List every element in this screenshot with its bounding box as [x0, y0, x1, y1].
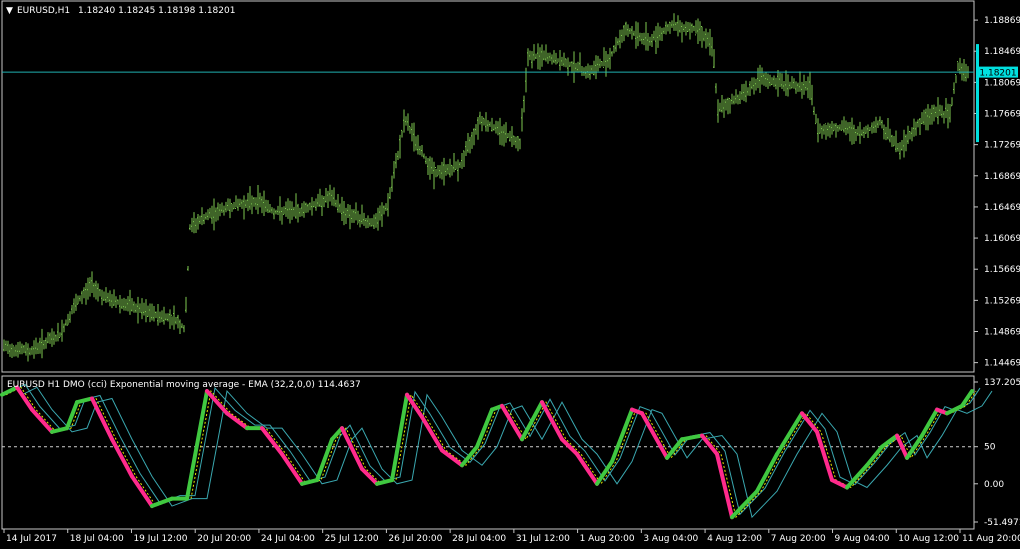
indicator-segment: [640, 411, 669, 460]
price-tick-label: 1.18469: [984, 47, 1020, 57]
price-bars: [3, 13, 969, 362]
indicator-lines: [0, 383, 993, 520]
indicator-segment: [315, 437, 334, 483]
price-tick-label: 1.18869: [984, 16, 1020, 26]
indicator-tick-label: 137.2054: [984, 378, 1020, 388]
time-tick-label: 31 Jul 12:00: [516, 534, 570, 544]
indicator-segment: [920, 407, 939, 438]
price-tick-label: 1.15669: [984, 265, 1020, 275]
indicator-segment: [30, 407, 54, 434]
indicator-segment: [420, 415, 444, 453]
indicator-segment: [680, 433, 704, 442]
time-tick-label: 24 Jul 04:00: [261, 534, 315, 544]
price-tick-label: 1.16469: [984, 203, 1020, 213]
indicator-segment: [440, 448, 464, 468]
time-tick-label: 1 Aug 20:00: [580, 534, 635, 544]
current-price-marker: [976, 44, 979, 143]
time-axis: 14 Jul 2017 18 Jul 04:00 19 Jul 12:00 20 Ju…: [3, 529, 1020, 544]
ohlc-readout: 1.18240 1.18245 1.18198 1.18201: [78, 6, 235, 16]
indicator-segment: [945, 403, 964, 416]
indicator-title: EURUSD H1 DMO (cci) Exponential moving a…: [7, 380, 361, 390]
indicator-segment: [225, 411, 249, 431]
indicator-segment: [830, 478, 849, 490]
time-tick-label: 7 Aug 20:00: [771, 534, 826, 544]
indicator-segment: [90, 396, 114, 442]
indicator-segment: [205, 389, 229, 416]
price-tick-label: 1.14869: [984, 327, 1020, 337]
time-tick-label: 19 Jul 12:00: [133, 534, 187, 544]
indicator-segment: [475, 407, 494, 449]
indicator-segment: [130, 474, 154, 509]
indicator-segment: [50, 426, 69, 434]
time-tick-label: 25 Jul 12:00: [325, 534, 379, 544]
time-tick-label: 9 Aug 04:00: [835, 534, 890, 544]
current-price-label: 1.18201: [978, 66, 1018, 79]
indicator-segment: [390, 392, 409, 483]
price-tick-label: 1.14469: [984, 359, 1020, 369]
indicator-segment: [715, 452, 734, 520]
time-tick-label: 10 Aug 12:00: [898, 534, 959, 544]
indicator-segment: [75, 396, 94, 405]
price-tick-label: 1.17269: [984, 141, 1020, 151]
indicator-signal-line: [5, 386, 977, 519]
indicator-segment: [575, 452, 599, 486]
chart-window[interactable]: 1.18869 1.18469 1.18069 1.17669 1.17269 1.168…: [0, 0, 1020, 549]
indicator-segment: [375, 478, 394, 486]
time-tick-label: 18 Jul 04:00: [70, 534, 124, 544]
price-tick-label: 1.16869: [984, 172, 1020, 182]
indicator-axis: 137.2054 50 0.00 -51.4971: [974, 378, 1020, 528]
indicator-segment: [280, 452, 304, 486]
indicator-tick-label: 50: [984, 443, 996, 453]
indicator-tick-label: 0.00: [984, 480, 1004, 490]
time-tick-label: 28 Jul 04:00: [452, 534, 506, 544]
symbol-label: EURUSD,H1: [17, 6, 70, 16]
time-tick-label: 4 Aug 12:00: [707, 534, 762, 544]
indicator-segment: [260, 426, 284, 457]
price-tick-label: 1.18069: [984, 78, 1020, 88]
price-tick-label: 1.15269: [984, 296, 1020, 306]
indicator-segment: [110, 437, 134, 479]
indicator-frame: [1, 375, 975, 530]
indicator-segment: [815, 429, 834, 483]
time-tick-label: 3 Aug 04:00: [643, 534, 698, 544]
time-tick-label: 20 Jul 20:00: [197, 534, 251, 544]
indicator-segment: [755, 452, 779, 494]
indicator-segment: [340, 426, 364, 471]
price-tick-label: 1.16069: [984, 234, 1020, 244]
indicator-tick-label: -51.4971: [984, 518, 1020, 528]
time-tick-label: 14 Jul 2017: [6, 534, 57, 544]
time-tick-label: 11 Aug 20:00: [962, 534, 1020, 544]
time-tick-label: 26 Jul 20:00: [388, 534, 442, 544]
indicator-segment: [845, 463, 869, 490]
price-tick-label: 1.17669: [984, 110, 1020, 120]
current-price-text: 1.18201: [979, 69, 1016, 79]
collapse-arrow-icon[interactable]: ▼: [6, 6, 13, 16]
indicator-segment: [775, 411, 804, 457]
